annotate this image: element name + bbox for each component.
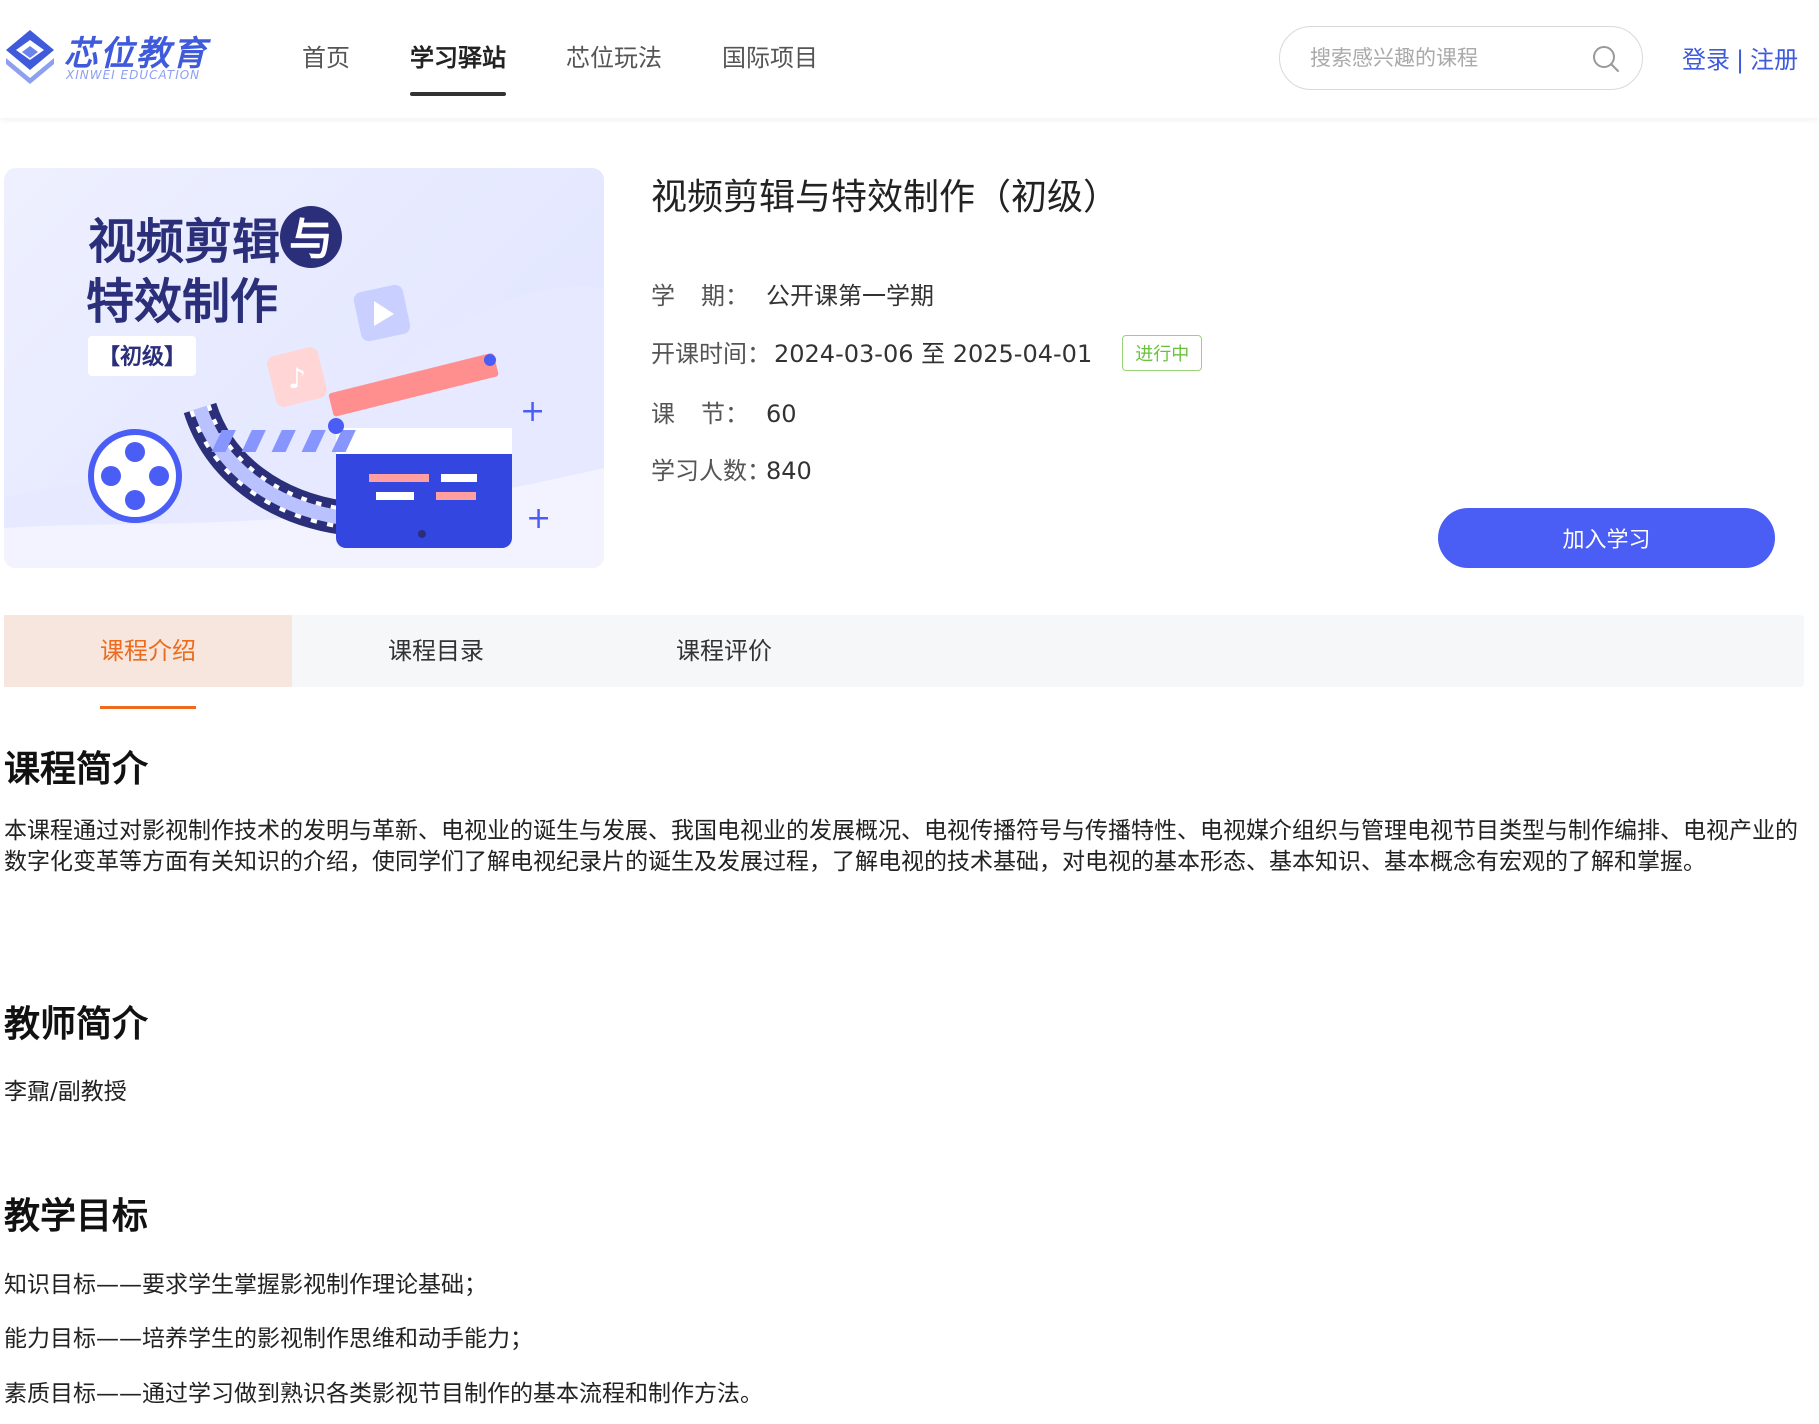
- search-icon[interactable]: [1590, 43, 1622, 75]
- register-link[interactable]: 注册: [1750, 46, 1798, 74]
- sparkle-icon: +: [526, 501, 551, 536]
- course-tabs: 课程介绍 课程目录 课程评价: [4, 615, 1804, 709]
- goal-item: 素质目标——通过学习做到熟识各类影视节目制作的基本流程和制作方法。: [4, 1381, 763, 1407]
- term-label: 学期：: [651, 282, 749, 310]
- tab-course-intro[interactable]: 课程介绍: [4, 615, 292, 709]
- sparkle-icon: +: [520, 394, 545, 429]
- cover-line1: 视频剪辑: [88, 214, 280, 270]
- learners-row: 学习人数：840: [651, 451, 812, 486]
- logo-subtitle: XINWEI EDUCATION: [66, 68, 201, 82]
- main-nav: 首页 学习驿站 芯位玩法 国际项目: [302, 0, 878, 118]
- intro-text: 本课程通过对影视制作技术的发明与革新、电视业的诞生与发展、我国电视业的发展概况、…: [4, 818, 1798, 875]
- learners-label: 学习人数：: [651, 457, 771, 485]
- intro-title: 课程简介: [4, 749, 149, 790]
- course-title: 视频剪辑与特效制作（初级）: [651, 177, 1120, 218]
- tab-course-review[interactable]: 课程评价: [580, 615, 868, 687]
- term-row: 学期： 公开课第一学期: [651, 276, 934, 311]
- goal-item: 知识目标——要求学生掌握影视制作理论基础；: [4, 1272, 487, 1298]
- auth-separator: |: [1736, 46, 1745, 74]
- join-study-button[interactable]: 加入学习: [1438, 508, 1775, 568]
- login-link[interactable]: 登录: [1682, 46, 1730, 74]
- music-note-icon: ♪: [288, 362, 306, 395]
- goal-item: 能力目标——培养学生的影视制作思维和动手能力；: [4, 1326, 533, 1352]
- nav-xinwei-play[interactable]: 芯位玩法: [566, 0, 662, 118]
- goals-title: 教学目标: [4, 1196, 149, 1237]
- logo-diamond-icon: [6, 30, 54, 84]
- course-cover-image: 视频剪辑 与 特效制作 【初级】 ♪ + +: [4, 168, 604, 568]
- lessons-label: 课节：: [651, 400, 749, 428]
- nav-home[interactable]: 首页: [302, 0, 350, 118]
- time-label: 开课时间：: [651, 340, 771, 368]
- status-badge: 进行中: [1122, 335, 1203, 371]
- teacher-text: 李鼐/副教授: [4, 1079, 127, 1105]
- lessons-row: 课节： 60: [651, 394, 797, 429]
- lessons-value: 60: [766, 400, 797, 428]
- search-input[interactable]: [1310, 41, 1580, 75]
- auth-links: 登录 | 注册: [1682, 40, 1798, 75]
- logo[interactable]: 芯位教育 XINWEI EDUCATION: [4, 26, 224, 86]
- search-box: [1279, 26, 1643, 90]
- teacher-title: 教师简介: [4, 1004, 149, 1045]
- time-value: 2024-03-06 至 2025-04-01: [774, 340, 1093, 368]
- tab-course-catalog[interactable]: 课程目录: [292, 615, 580, 687]
- course-info: 视频剪辑与特效制作（初级） 学期： 公开课第一学期 开课时间： 2024-03-06…: [651, 168, 1781, 568]
- cover-illustration: 视频剪辑 与 特效制作 【初级】 ♪ + +: [4, 206, 604, 568]
- cover-badge-char: 与: [289, 214, 333, 265]
- nav-international[interactable]: 国际项目: [722, 0, 818, 118]
- cover-line2: 特效制作: [86, 274, 278, 330]
- time-row: 开课时间： 2024-03-06 至 2025-04-01 进行中: [651, 334, 1203, 373]
- term-value: 公开课第一学期: [766, 282, 934, 310]
- learners-value: 840: [766, 457, 812, 485]
- cover-level: 【初级】: [98, 344, 186, 370]
- nav-learning-station[interactable]: 学习驿站: [410, 0, 506, 118]
- top-header: 芯位教育 XINWEI EDUCATION 首页 学习驿站 芯位玩法 国际项目 …: [0, 0, 1819, 118]
